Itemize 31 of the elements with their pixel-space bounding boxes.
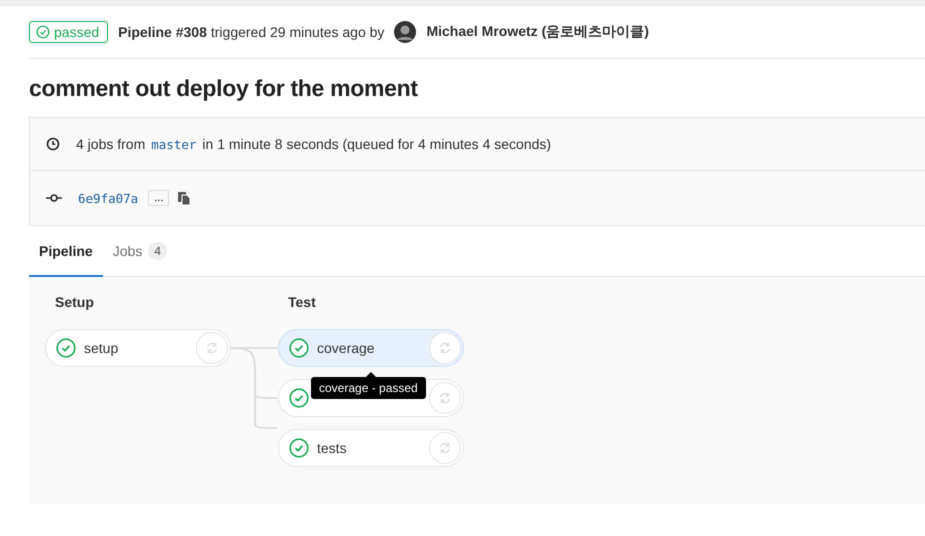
retry-icon — [205, 341, 219, 355]
retry-icon — [438, 341, 452, 355]
pipeline-id: Pipeline #308 — [118, 24, 207, 40]
retry-button[interactable] — [196, 332, 228, 364]
commit-sha[interactable]: 6e9fa07a — [78, 190, 138, 206]
retry-button[interactable] — [429, 332, 461, 364]
clock-icon — [46, 137, 60, 151]
author-name[interactable]: Michael Mrowetz (움로베츠마이클) — [426, 23, 649, 41]
expand-button[interactable]: ... — [148, 190, 170, 206]
avatar[interactable] — [394, 21, 416, 43]
duration-text: in 1 minute 8 seconds (queued for 4 minutes 4 seconds) — [202, 136, 552, 152]
retry-button[interactable] — [429, 382, 461, 414]
tab-label: Pipeline — [39, 242, 93, 258]
tab[interactable]: Jobs 4 — [102, 226, 177, 277]
trigger-text: triggered 29 minutes ago by — [210, 24, 384, 40]
job-node[interactable]: coverage — [278, 329, 464, 367]
tooltip-arrow — [366, 372, 376, 377]
count-badge: 4 — [148, 242, 167, 260]
retry-button[interactable] — [429, 432, 461, 464]
branch-link[interactable]: master — [151, 136, 196, 152]
stage-name: Setup — [55, 294, 95, 312]
tab-label: Jobs — [112, 242, 142, 258]
copy-icon[interactable] — [177, 191, 192, 205]
stage-name: Test — [288, 294, 317, 312]
commit-title: comment out deploy for the moment — [29, 74, 419, 103]
retry-icon — [438, 391, 452, 405]
jobs-summary: 4 jobs from — [76, 136, 146, 152]
job-node[interactable]: setup — [45, 329, 231, 367]
commit-icon — [46, 193, 62, 203]
job-node[interactable]: tests — [278, 429, 464, 467]
retry-icon — [438, 441, 452, 455]
